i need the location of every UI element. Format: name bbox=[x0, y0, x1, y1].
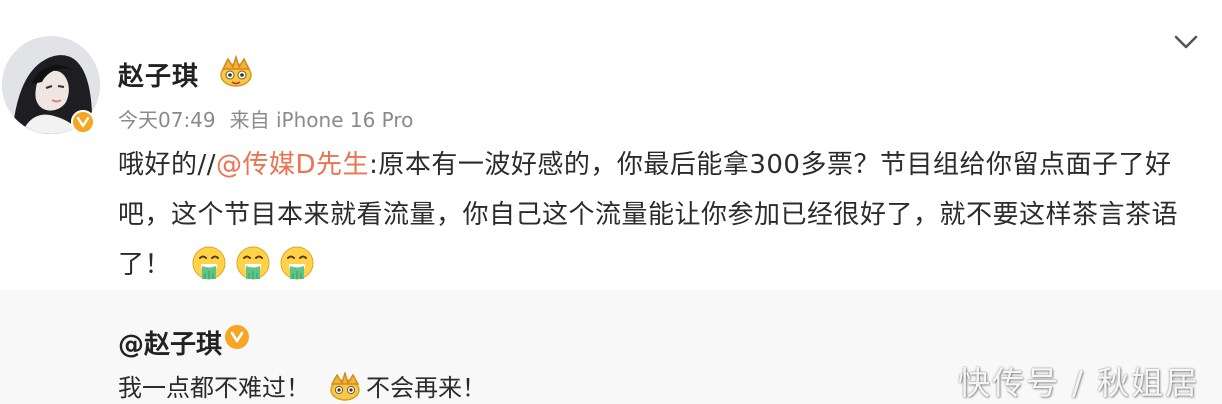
post-source: 来自 iPhone 16 Pro bbox=[229, 108, 414, 132]
retweet-text: 我一点都不难过！ 不会再来！ bbox=[118, 368, 486, 403]
retweet-author-name[interactable]: @赵子琪 bbox=[118, 324, 222, 361]
post-text-prefix: 哦好的// bbox=[118, 150, 217, 180]
crown-icon bbox=[330, 372, 360, 401]
post-author-name[interactable]: 赵子琪 bbox=[118, 56, 199, 93]
retweet-text-after: 不会再来！ bbox=[366, 374, 486, 402]
vomit-emoji-icon bbox=[192, 246, 226, 280]
crown-icon bbox=[218, 54, 254, 89]
watermark-text: 快传号 / 秋姐居 bbox=[958, 364, 1200, 402]
post-meta: 今天07:49 来自 iPhone 16 Pro bbox=[118, 104, 413, 133]
post-time[interactable]: 今天07:49 bbox=[118, 108, 216, 132]
verified-icon bbox=[224, 324, 250, 350]
weibo-post: 赵子琪 今天07:49 来自 iPhone 16 Pro 哦好的//@传媒D先生:… bbox=[0, 0, 1222, 290]
vomit-emoji-icon bbox=[280, 246, 314, 280]
post-body: 哦好的//@传媒D先生:原本有一波好感的，你最后能拿300多票？节目组给你留点面… bbox=[118, 140, 1198, 290]
verified-icon bbox=[71, 110, 95, 134]
mention-link[interactable]: @传媒D先生 bbox=[216, 150, 369, 180]
chevron-down-icon[interactable] bbox=[1170, 30, 1202, 54]
retweet-text-before: 我一点都不难过！ bbox=[118, 374, 310, 402]
vomit-emoji-icon bbox=[236, 246, 270, 280]
